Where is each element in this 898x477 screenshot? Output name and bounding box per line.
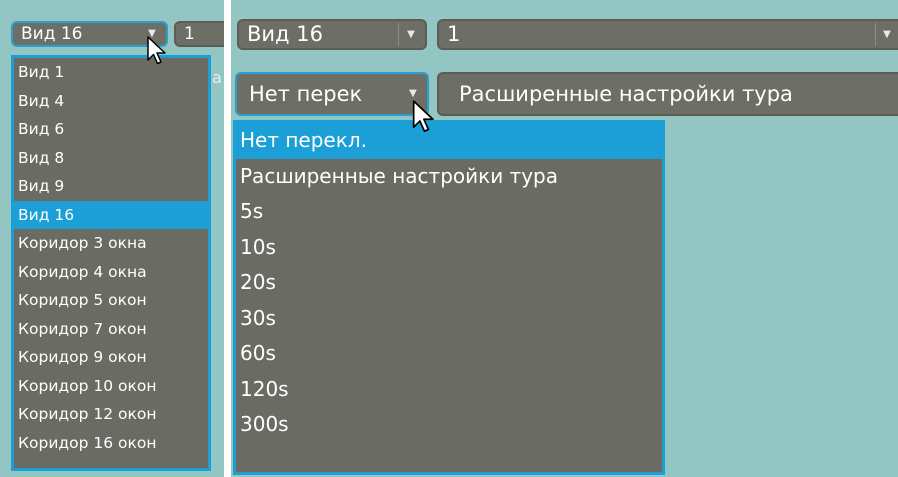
view-option-7[interactable]: Коридор 4 окна xyxy=(14,258,208,287)
tour-switch-option-7[interactable]: 120s xyxy=(236,372,662,408)
advanced-tour-settings-label: Расширенные настройки тура xyxy=(459,82,793,106)
tour-switch-option-5[interactable]: 30s xyxy=(236,301,662,337)
view-option-8[interactable]: Коридор 5 окон xyxy=(14,286,208,315)
tour-switch-option-4[interactable]: 20s xyxy=(236,265,662,301)
tour-switch-combo[interactable]: Нет перек ▼ xyxy=(235,72,429,116)
clipped-label: a xyxy=(212,68,222,87)
tour-switch-dropdown-list: Нет перекл. Расширенные настройки тура 5s 1… xyxy=(233,120,665,475)
tour-switch-option-8[interactable]: 300s xyxy=(236,407,662,443)
tour-switch-option-3[interactable]: 10s xyxy=(236,230,662,266)
chevron-down-icon[interactable]: ▼ xyxy=(875,23,898,46)
channel-value-right: 1 xyxy=(447,22,461,46)
left-screenshot-panel: Вид 16 ▼ 1 a Вид 1 Вид 4 Вид 6 Вид 8 Вид 9 Ви… xyxy=(0,0,224,477)
tour-switch-option-6[interactable]: 60s xyxy=(236,336,662,372)
view-option-1[interactable]: Вид 4 xyxy=(14,87,208,116)
tour-switch-option-0[interactable]: Нет перекл. xyxy=(236,123,662,159)
view-option-13[interactable]: Коридор 16 окон xyxy=(14,429,208,458)
channel-combo-right[interactable]: 1 ▼ xyxy=(437,19,898,50)
view-layout-dropdown-list: Вид 1 Вид 4 Вид 6 Вид 8 Вид 9 Вид 16 Коридор 3… xyxy=(11,55,211,471)
view-option-10[interactable]: Коридор 9 окон xyxy=(14,343,208,372)
view-option-3[interactable]: Вид 8 xyxy=(14,144,208,173)
channel-value: 1 xyxy=(184,24,195,44)
channel-combo[interactable]: 1 xyxy=(174,21,224,47)
view-option-2[interactable]: Вид 6 xyxy=(14,115,208,144)
view-option-5[interactable]: Вид 16 xyxy=(14,200,208,229)
tour-switch-option-2[interactable]: 5s xyxy=(236,194,662,230)
chevron-down-icon[interactable]: ▼ xyxy=(398,23,423,46)
view-layout-combo-right[interactable]: Вид 16 ▼ xyxy=(237,19,427,50)
view-layout-value-right: Вид 16 xyxy=(247,22,323,46)
chevron-down-icon[interactable]: ▼ xyxy=(142,25,162,43)
tour-switch-value: Нет перек xyxy=(249,82,363,106)
view-option-12[interactable]: Коридор 12 окон xyxy=(14,400,208,429)
view-layout-combo[interactable]: Вид 16 ▼ xyxy=(11,21,168,47)
advanced-tour-settings-button[interactable]: Расширенные настройки тура xyxy=(437,72,898,116)
view-option-4[interactable]: Вид 9 xyxy=(14,172,208,201)
chevron-down-icon[interactable]: ▼ xyxy=(403,76,423,112)
view-option-11[interactable]: Коридор 10 окон xyxy=(14,372,208,401)
right-screenshot-panel: Вид 16 ▼ 1 ▼ Нет перек ▼ Расширенные нас… xyxy=(231,0,898,477)
tour-switch-option-1[interactable]: Расширенные настройки тура xyxy=(236,159,662,195)
view-option-6[interactable]: Коридор 3 окна xyxy=(14,229,208,258)
view-option-0[interactable]: Вид 1 xyxy=(14,58,208,87)
view-option-9[interactable]: Коридор 7 окон xyxy=(14,315,208,344)
view-layout-value: Вид 16 xyxy=(21,24,83,44)
